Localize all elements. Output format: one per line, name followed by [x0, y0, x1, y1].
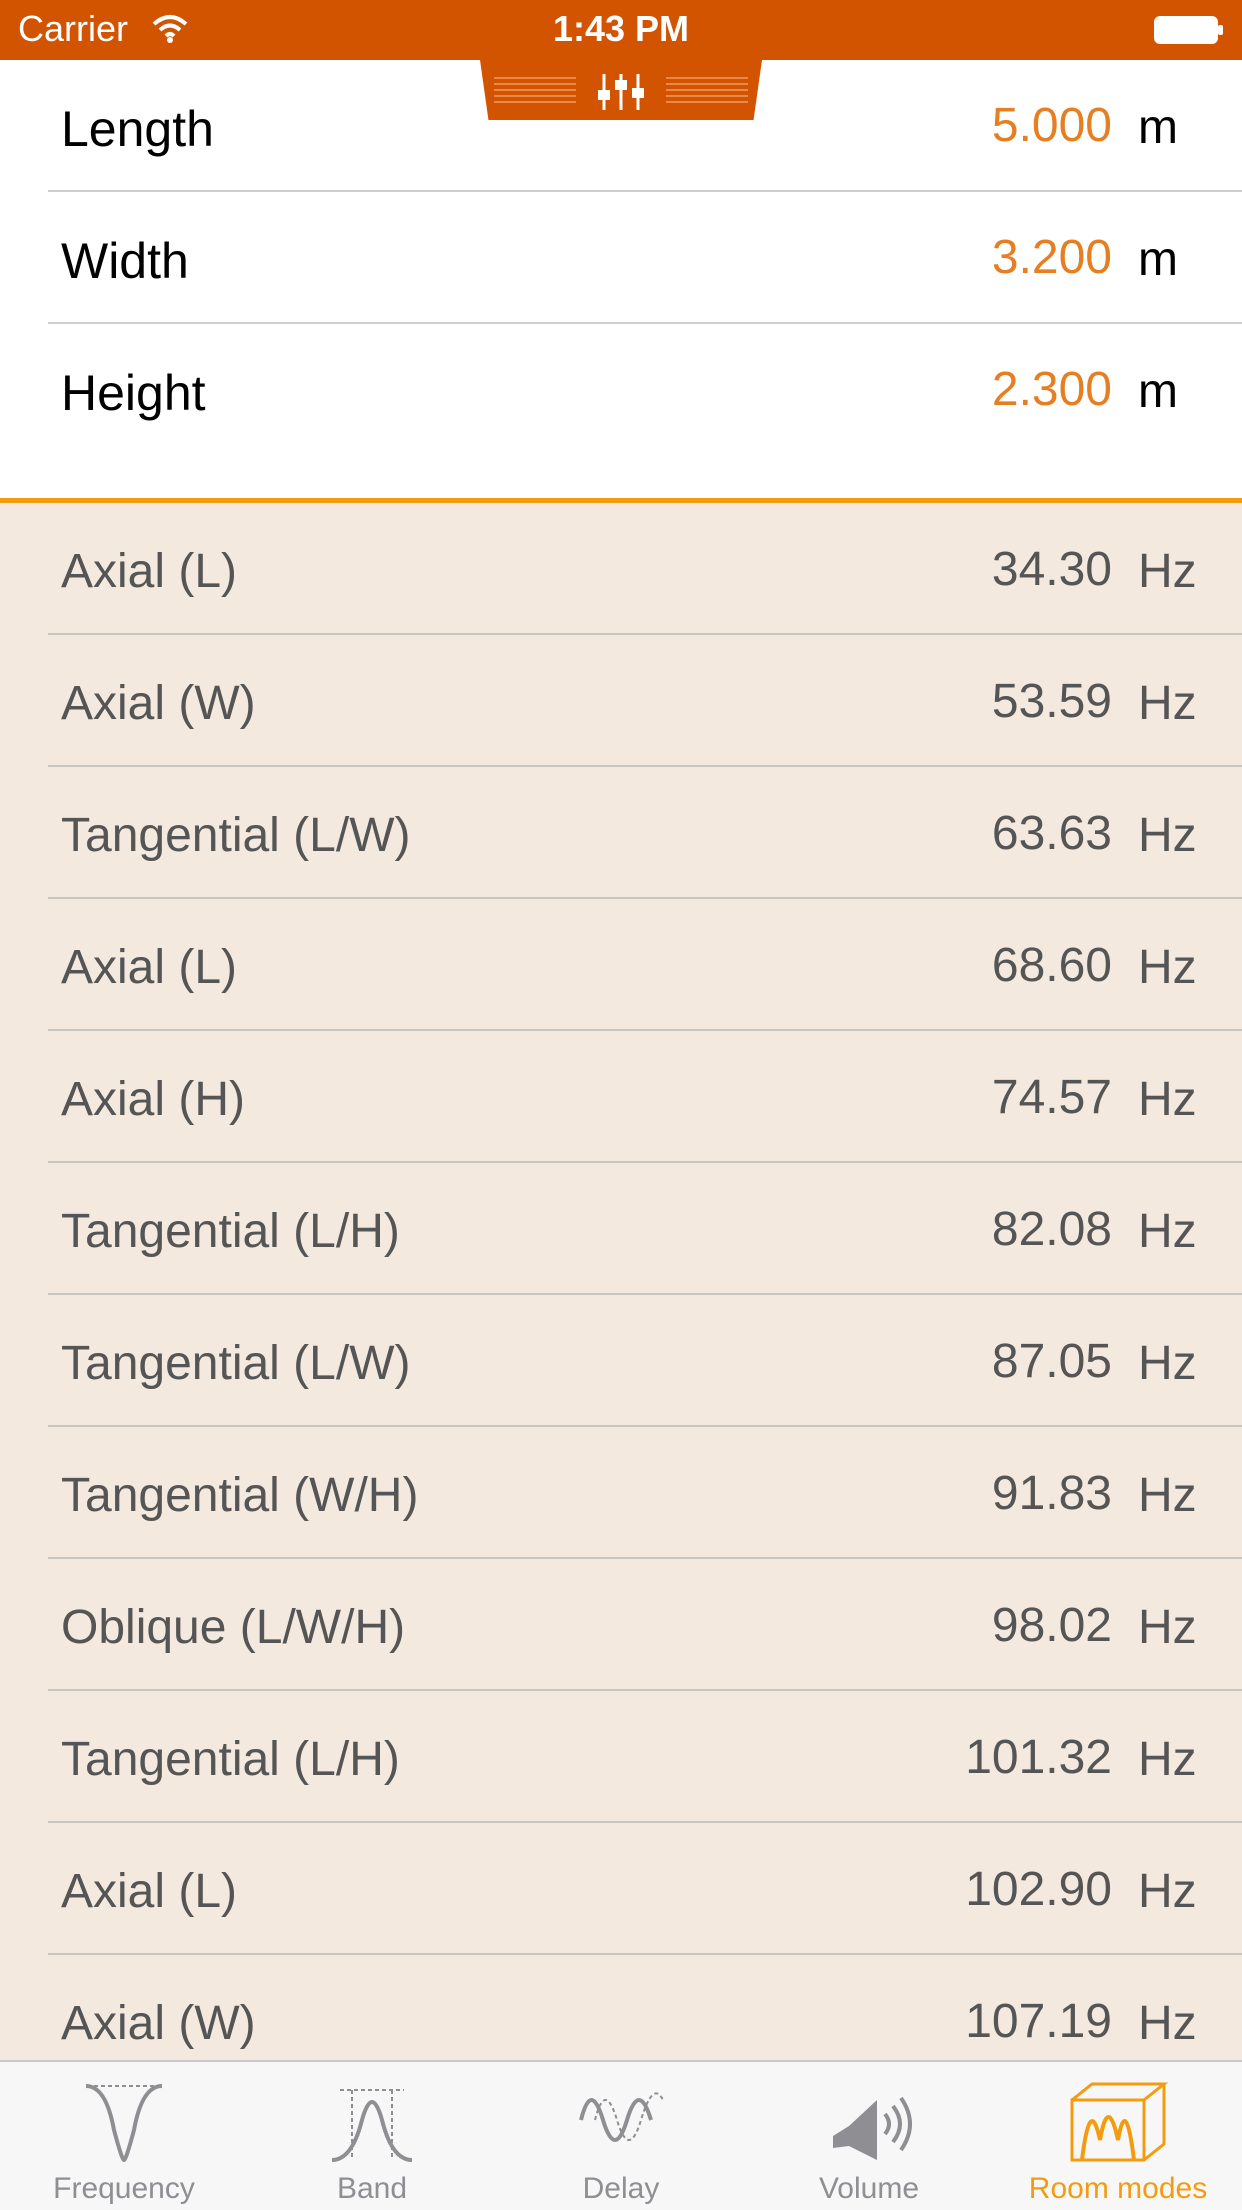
- mode-type-label: Oblique (L/W/H): [61, 1601, 406, 1654]
- dimension-label: Length: [61, 101, 214, 157]
- mode-frequency: 107.19: [965, 1995, 1112, 2048]
- list-item: Tangential (L/H) 101.32 Hz: [0, 1691, 1242, 1823]
- mode-type-label: Axial (W): [61, 1997, 256, 2050]
- grip-lines-icon: [494, 77, 576, 103]
- mode-frequency: 82.08: [991, 1203, 1112, 1256]
- mode-unit: Hz: [1138, 1733, 1197, 1786]
- mode-frequency: 63.63: [991, 807, 1112, 860]
- dimension-value-field[interactable]: 2.300: [992, 362, 1112, 417]
- list-item: Axial (L) 102.90 Hz: [0, 1823, 1242, 1955]
- settings-pull-tab[interactable]: [480, 60, 762, 120]
- tab-frequency[interactable]: Frequency: [0, 2062, 248, 2210]
- dimension-unit: m: [1138, 365, 1178, 418]
- room-modes-list[interactable]: Axial (L) 34.30 Hz Axial (W) 53.59 Hz Ta…: [0, 503, 1242, 2060]
- mode-frequency: 74.57: [991, 1071, 1112, 1124]
- frequency-icon: [85, 2084, 163, 2163]
- dimension-unit: m: [1138, 233, 1178, 286]
- mode-type-label: Axial (W): [61, 677, 256, 730]
- list-item: Tangential (L/W) 87.05 Hz: [0, 1295, 1242, 1427]
- dimension-row-width[interactable]: Width 3.200 m: [0, 192, 1242, 324]
- mode-type-label: Tangential (L/H): [61, 1205, 400, 1258]
- dimension-value-field[interactable]: 3.200: [992, 230, 1112, 285]
- list-item: Axial (L) 68.60 Hz: [0, 899, 1242, 1031]
- mode-type-label: Axial (L): [61, 1865, 238, 1918]
- tab-label: Room modes: [1028, 2172, 1208, 2205]
- mode-frequency: 101.32: [965, 1731, 1112, 1784]
- dimension-row-height[interactable]: Height 2.300 m: [0, 324, 1242, 456]
- tab-volume[interactable]: Volume: [745, 2062, 993, 2210]
- volume-icon: [833, 2096, 912, 2160]
- mode-frequency: 102.90: [965, 1863, 1112, 1916]
- list-item: Tangential (L/W) 63.63 Hz: [0, 767, 1242, 899]
- list-item: Oblique (L/W/H) 98.02 Hz: [0, 1559, 1242, 1691]
- dimension-unit: m: [1138, 101, 1178, 154]
- tab-label: Volume: [818, 2172, 920, 2205]
- dimension-label: Width: [61, 233, 189, 289]
- mode-frequency: 53.59: [991, 675, 1112, 728]
- mode-unit: Hz: [1138, 809, 1197, 862]
- dimension-label: Height: [61, 365, 206, 421]
- dimension-value-field[interactable]: 5.000: [992, 98, 1112, 153]
- status-bar: Carrier 1:43 PM: [0, 0, 1242, 60]
- tab-room-modes[interactable]: Room modes: [994, 2062, 1242, 2210]
- mode-frequency: 91.83: [991, 1467, 1112, 1520]
- mode-unit: Hz: [1138, 1997, 1197, 2050]
- list-item: Axial (H) 74.57 Hz: [0, 1031, 1242, 1163]
- tab-label: Band: [336, 2172, 408, 2205]
- mode-unit: Hz: [1138, 1601, 1197, 1654]
- mode-frequency: 68.60: [991, 939, 1112, 992]
- mode-type-label: Axial (L): [61, 941, 238, 994]
- grip-lines-icon: [666, 77, 748, 103]
- room-modes-icon: [1070, 2082, 1168, 2162]
- list-item: Tangential (L/H) 82.08 Hz: [0, 1163, 1242, 1295]
- battery-icon: [1154, 16, 1223, 44]
- mode-unit: Hz: [1138, 1469, 1197, 1522]
- status-time: 1:43 PM: [552, 8, 690, 49]
- mode-type-label: Tangential (L/W): [61, 809, 411, 862]
- mode-unit: Hz: [1138, 1337, 1197, 1390]
- mode-unit: Hz: [1138, 1865, 1197, 1918]
- tab-delay[interactable]: Delay: [497, 2062, 745, 2210]
- mode-unit: Hz: [1138, 545, 1197, 598]
- mode-type-label: Tangential (L/H): [61, 1733, 400, 1786]
- mode-unit: Hz: [1138, 677, 1197, 730]
- tab-label: Frequency: [53, 2172, 195, 2205]
- mode-type-label: Tangential (W/H): [61, 1469, 419, 1522]
- mode-type-label: Tangential (L/W): [61, 1337, 411, 1390]
- tab-label: Delay: [582, 2172, 660, 2205]
- tab-bar: Frequency Band Delay Volume Room modes: [0, 2060, 1242, 2210]
- mode-type-label: Axial (H): [61, 1073, 246, 1126]
- list-item: Axial (W) 53.59 Hz: [0, 635, 1242, 767]
- mode-unit: Hz: [1138, 1205, 1197, 1258]
- tab-band[interactable]: Band: [248, 2062, 496, 2210]
- mode-frequency: 98.02: [991, 1599, 1112, 1652]
- list-item: Tangential (W/H) 91.83 Hz: [0, 1427, 1242, 1559]
- delay-icon: [579, 2092, 664, 2142]
- mode-unit: Hz: [1138, 941, 1197, 994]
- sliders-icon: [598, 74, 644, 110]
- mode-type-label: Axial (L): [61, 545, 238, 598]
- band-icon: [331, 2089, 413, 2162]
- room-dimensions: Length 5.000 m Width 3.200 m Height 2.30…: [0, 60, 1242, 503]
- mode-frequency: 34.30: [991, 543, 1112, 596]
- mode-frequency: 87.05: [991, 1335, 1112, 1388]
- list-item: Axial (W) 107.19 Hz: [0, 1955, 1242, 2060]
- list-item: Axial (L) 34.30 Hz: [0, 503, 1242, 635]
- mode-unit: Hz: [1138, 1073, 1197, 1126]
